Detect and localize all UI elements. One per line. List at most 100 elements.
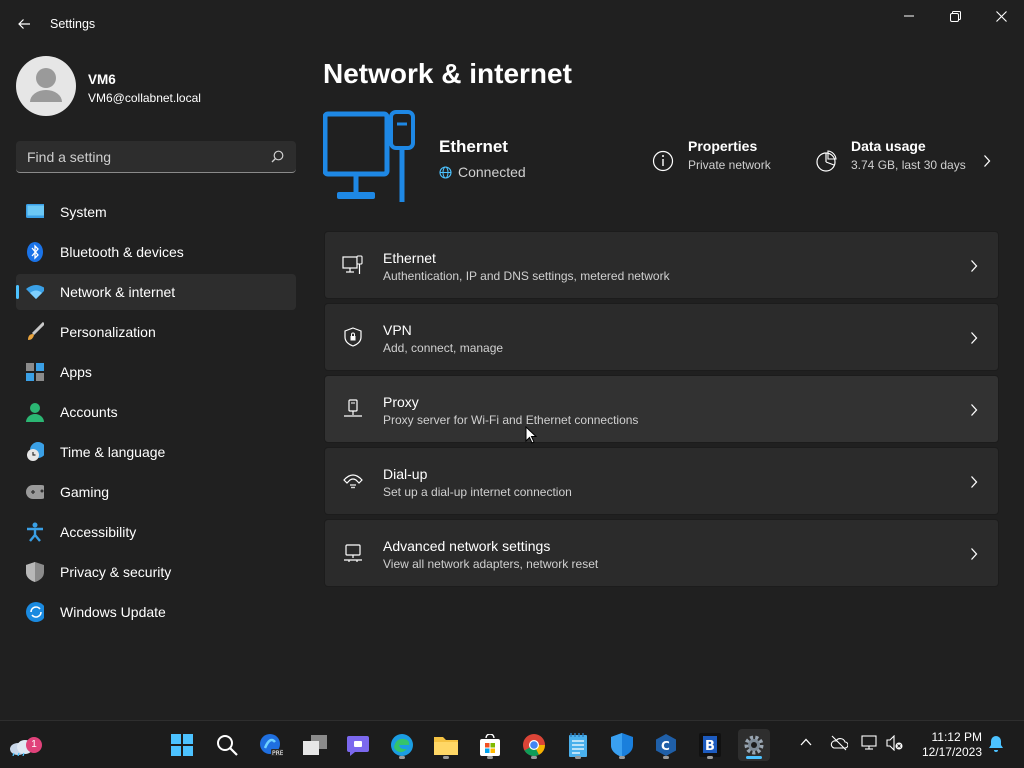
taskbar-c-app[interactable]: C <box>650 729 682 761</box>
user-silhouette-icon <box>30 68 62 102</box>
onedrive-offline-icon[interactable] <box>830 735 848 751</box>
taskbar-task-view[interactable] <box>299 729 331 761</box>
dialup-card[interactable]: Dial-up Set up a dial-up internet connec… <box>324 447 999 515</box>
card-subtitle: Add, connect, manage <box>383 341 504 355</box>
weather-widget[interactable]: 1 <box>6 729 42 761</box>
running-indicator <box>443 756 449 759</box>
sidebar-item-apps[interactable]: Apps <box>16 354 296 390</box>
active-indicator <box>16 285 19 299</box>
connection-name: Ethernet <box>439 137 508 156</box>
volume-muted-icon[interactable] <box>886 735 904 751</box>
notification-bell-icon[interactable] <box>988 735 1004 753</box>
taskbar-file-explorer[interactable] <box>430 729 462 761</box>
sidebar-item-accounts[interactable]: Accounts <box>16 394 296 430</box>
windows-logo-icon <box>171 734 193 756</box>
sidebar-item-time-language[interactable]: Time & language <box>16 434 296 470</box>
taskbar-chrome[interactable] <box>518 729 550 761</box>
taskbar-search-button[interactable] <box>211 729 243 761</box>
properties-link[interactable]: Properties Private network <box>652 138 771 174</box>
chevron-up-icon[interactable] <box>799 735 813 749</box>
proxy-card[interactable]: Proxy Proxy server for Wi-Fi and Etherne… <box>324 375 999 443</box>
sidebar-item-bluetooth[interactable]: Bluetooth & devices <box>16 234 296 270</box>
taskbar-copilot-pre[interactable]: PRE <box>255 729 287 761</box>
user-name: VM6 <box>88 72 116 87</box>
system-clock[interactable]: 11:12 PM 12/17/2023 <box>912 730 982 760</box>
sidebar-item-label: Accessibility <box>60 524 137 540</box>
c-app-icon: C <box>656 734 676 756</box>
card-subtitle: Set up a dial-up internet connection <box>383 485 572 499</box>
sidebar-item-accessibility[interactable]: Accessibility <box>16 514 296 550</box>
sidebar-item-label: Accounts <box>60 404 118 420</box>
sidebar-item-gaming[interactable]: Gaming <box>16 474 296 510</box>
close-button[interactable] <box>978 0 1024 32</box>
chrome-icon <box>523 734 545 756</box>
connection-summary: Ethernet Connected Properties Private ne… <box>322 110 1003 210</box>
folder-icon <box>434 737 458 755</box>
sidebar-item-label: Network & internet <box>60 284 176 300</box>
close-icon <box>995 10 1007 22</box>
chevron-right-icon <box>971 332 978 344</box>
chat-icon <box>347 736 369 756</box>
task-view-icon <box>303 735 327 755</box>
b-app-icon: B <box>699 733 721 757</box>
user-profile[interactable]: VM6 VM6@collabnet.local <box>16 56 296 118</box>
svg-text:C: C <box>661 739 670 753</box>
network-monitor-icon[interactable] <box>861 735 879 751</box>
sidebar-item-privacy[interactable]: Privacy & security <box>16 554 296 590</box>
running-indicator <box>575 756 581 759</box>
ethernet-card[interactable]: Ethernet Authentication, IP and DNS sett… <box>324 231 999 299</box>
ethernet-icon <box>342 254 364 276</box>
taskbar-teams-chat[interactable] <box>342 729 374 761</box>
sidebar-item-label: Gaming <box>60 484 110 500</box>
card-title: VPN <box>383 322 412 338</box>
notepad-icon <box>569 733 587 757</box>
running-indicator <box>399 756 405 759</box>
taskbar-edge[interactable] <box>386 729 418 761</box>
taskbar-notepad[interactable] <box>562 729 594 761</box>
title-bar: Settings <box>0 0 1024 48</box>
search-input[interactable]: Find a setting <box>16 141 296 173</box>
vpn-card[interactable]: VPN Add, connect, manage <box>324 303 999 371</box>
edge-browser-icon <box>391 734 413 756</box>
taskbar-settings[interactable] <box>738 729 770 761</box>
taskbar-b-app[interactable]: B <box>694 729 726 761</box>
sidebar-item-network[interactable]: Network & internet <box>16 274 296 310</box>
connection-status-text: Connected <box>458 164 526 180</box>
minimize-icon <box>904 15 914 17</box>
mouse-cursor-icon <box>525 426 537 444</box>
sidebar-item-personalization[interactable]: Personalization <box>16 314 296 350</box>
card-subtitle: View all network adapters, network reset <box>383 557 599 571</box>
advanced-network-card[interactable]: Advanced network settings View all netwo… <box>324 519 999 587</box>
user-email: VM6@collabnet.local <box>88 91 201 105</box>
running-indicator <box>531 756 537 759</box>
running-indicator <box>707 756 713 759</box>
chevron-right-icon <box>971 404 978 416</box>
globe-icon <box>439 165 452 179</box>
chevron-right-icon <box>971 548 978 560</box>
data-usage-link[interactable]: Data usage 3.74 GB, last 30 days <box>815 138 966 174</box>
taskbar-windows-security[interactable] <box>606 729 638 761</box>
info-icon <box>652 150 674 172</box>
apps-icon <box>26 363 44 381</box>
vpn-shield-icon <box>342 326 364 348</box>
search-icon <box>217 735 238 756</box>
data-usage-subtitle: 3.74 GB, last 30 days <box>851 158 966 172</box>
card-title: Dial-up <box>383 466 428 482</box>
properties-subtitle: Private network <box>688 158 771 172</box>
start-button[interactable] <box>166 729 198 761</box>
sidebar-item-windows-update[interactable]: Windows Update <box>16 594 296 630</box>
proxy-icon <box>342 398 364 420</box>
running-indicator <box>619 756 625 759</box>
copilot-pre-icon: PRE <box>260 734 283 757</box>
chevron-right-icon[interactable] <box>983 154 991 168</box>
sidebar-item-system[interactable]: System <box>16 194 296 230</box>
back-button[interactable] <box>10 10 38 38</box>
running-indicator <box>663 756 669 759</box>
search-placeholder: Find a setting <box>27 149 112 165</box>
minimize-button[interactable] <box>886 0 932 32</box>
update-icon <box>26 602 44 622</box>
taskbar-microsoft-store[interactable] <box>474 729 506 761</box>
restore-button[interactable] <box>932 0 978 32</box>
app-title: Settings <box>50 17 96 31</box>
sidebar-nav: System Bluetooth & devices Network & int… <box>16 194 296 634</box>
